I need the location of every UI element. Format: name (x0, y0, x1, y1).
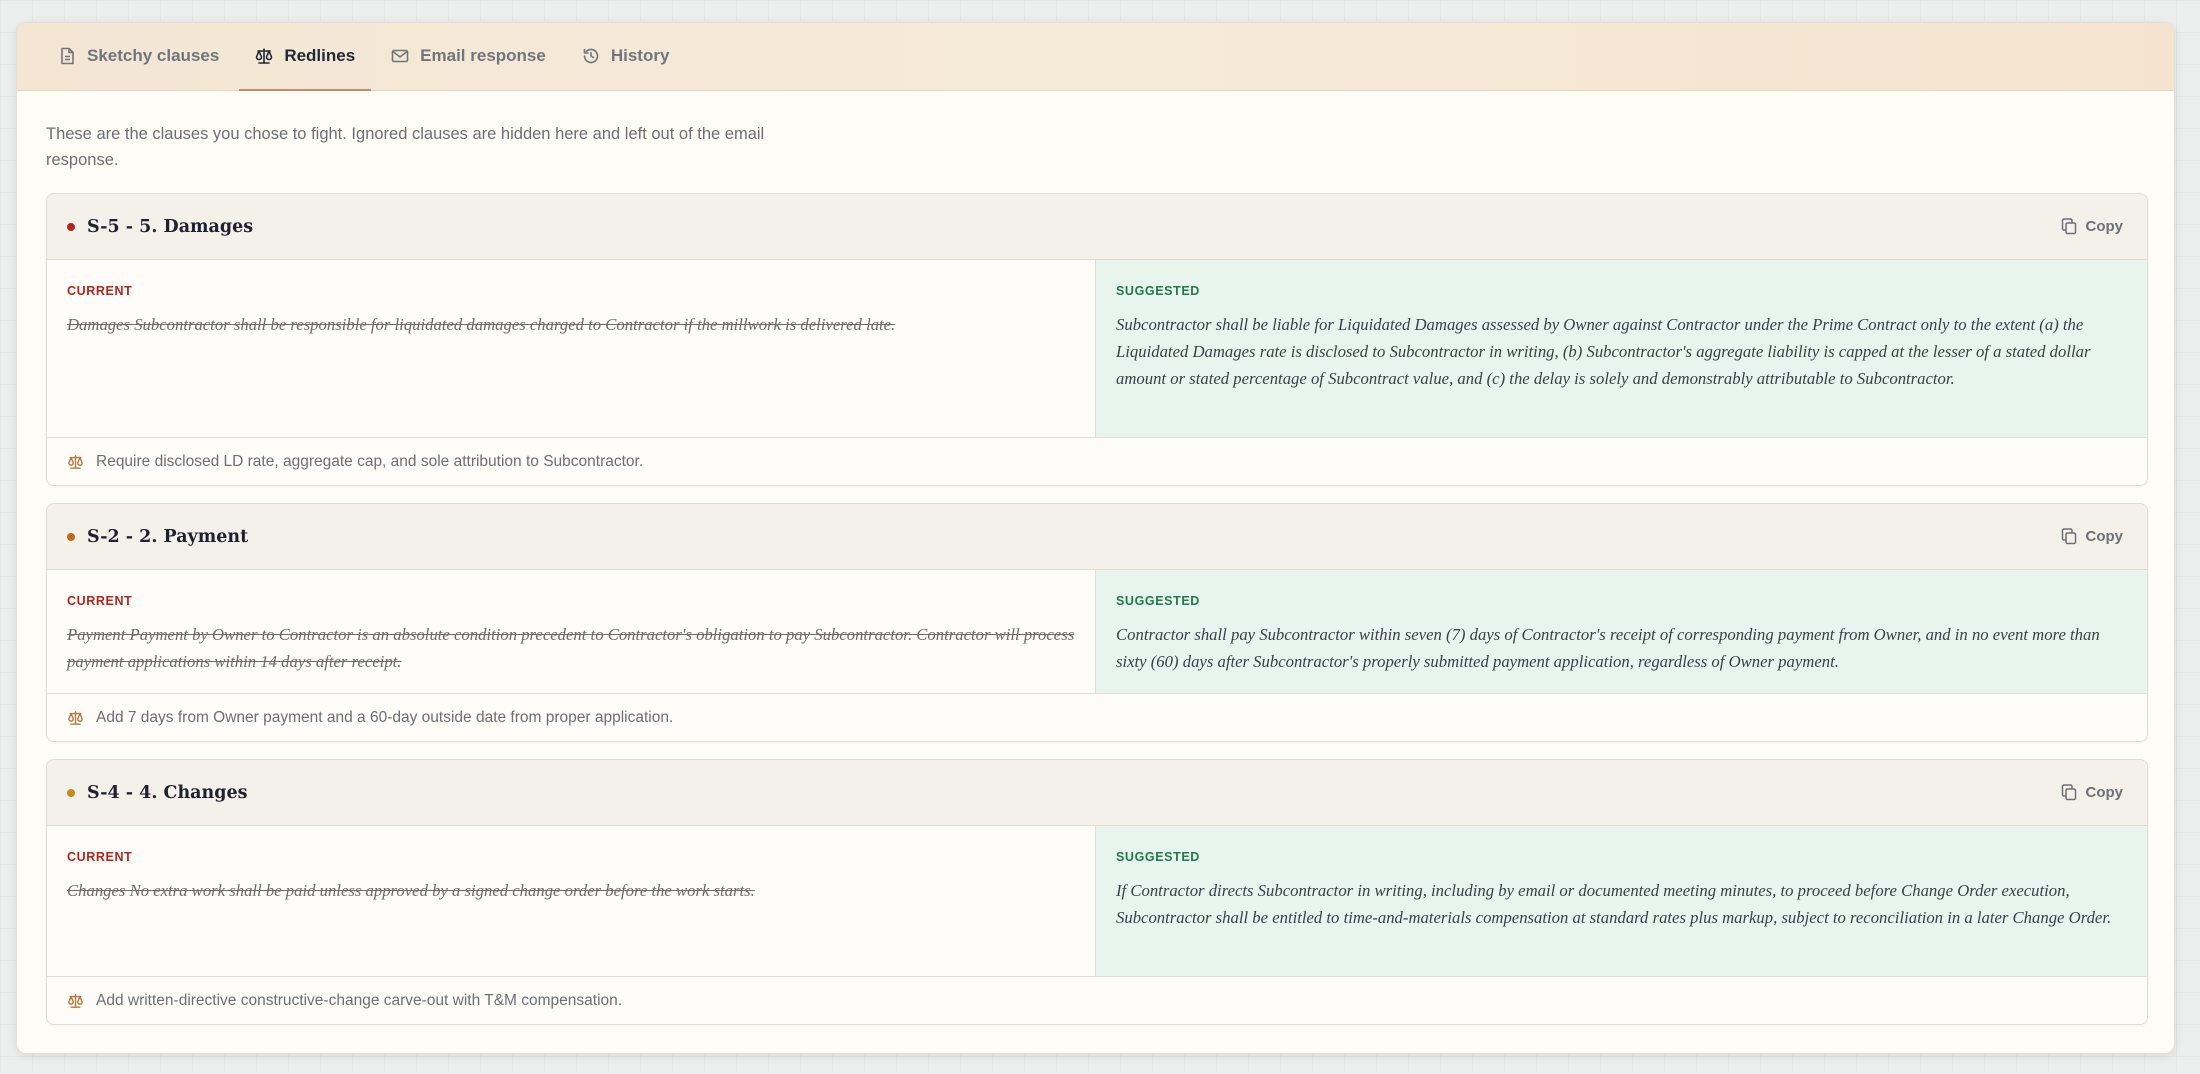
severity-dot (67, 222, 75, 231)
tab-history[interactable]: History (566, 23, 686, 90)
tab-bar: Sketchy clauses Redlines Email response … (17, 23, 2174, 91)
copy-label: Copy (2085, 528, 2124, 545)
note-text: Add 7 days from Owner payment and a 60-d… (96, 708, 674, 726)
copy-label: Copy (2085, 784, 2124, 801)
suggested-column: SUGGESTED Contractor shall pay Subcontra… (1096, 570, 2147, 693)
redline-columns: CURRENT Changes No extra work shall be p… (47, 826, 2147, 977)
note-text: Require disclosed LD rate, aggregate cap… (96, 452, 644, 470)
suggested-label: SUGGESTED (1116, 284, 1200, 298)
document-icon (61, 47, 74, 65)
current-text: Payment Payment by Owner to Contractor i… (67, 625, 1075, 671)
history-icon (583, 48, 599, 64)
card-header: S-4 - 4. Changes Copy (47, 760, 2147, 826)
copy-button[interactable]: Copy (2057, 778, 2128, 807)
mail-icon (391, 49, 409, 63)
copy-icon (2061, 218, 2076, 235)
clause-title: S-2 - 2. Payment (87, 526, 249, 547)
scale-icon (68, 710, 83, 725)
intro-text: These are the clauses you chose to fight… (46, 125, 765, 169)
copy-icon (2061, 528, 2076, 545)
clause-title: S-4 - 4. Changes (87, 782, 248, 803)
copy-button[interactable]: Copy (2057, 212, 2128, 241)
tab-sketchy-clauses[interactable]: Sketchy clauses (43, 23, 235, 90)
current-column: CURRENT Changes No extra work shall be p… (47, 826, 1096, 976)
current-text: Damages Subcontractor shall be responsib… (67, 315, 896, 334)
suggested-text: If Contractor directs Subcontractor in w… (1116, 881, 2112, 927)
copy-button[interactable]: Copy (2057, 522, 2128, 551)
scale-icon (256, 48, 273, 64)
suggested-label: SUGGESTED (1116, 850, 1200, 864)
scale-icon (68, 454, 83, 469)
suggested-text: Contractor shall pay Subcontractor withi… (1116, 625, 2100, 671)
current-label: CURRENT (67, 850, 133, 864)
tab-redlines[interactable]: Redlines (239, 23, 372, 91)
copy-label: Copy (2085, 218, 2124, 235)
clause-title: S-5 - 5. Damages (87, 216, 254, 237)
redline-columns: CURRENT Payment Payment by Owner to Cont… (47, 570, 2147, 694)
card-header: S-5 - 5. Damages Copy (47, 194, 2147, 260)
current-label: CURRENT (67, 594, 133, 608)
card-note: Require disclosed LD rate, aggregate cap… (47, 438, 2147, 485)
copy-icon (2061, 784, 2076, 801)
current-column: CURRENT Damages Subcontractor shall be r… (47, 260, 1096, 437)
redlines-panel: Sketchy clauses Redlines Email response … (16, 22, 2175, 1054)
tab-label: History (610, 46, 670, 65)
suggested-column: SUGGESTED Subcontractor shall be liable … (1096, 260, 2147, 437)
redline-columns: CURRENT Damages Subcontractor shall be r… (47, 260, 2147, 438)
suggested-column: SUGGESTED If Contractor directs Subcontr… (1096, 826, 2147, 976)
scale-icon (68, 993, 83, 1008)
current-column: CURRENT Payment Payment by Owner to Cont… (47, 570, 1096, 693)
suggested-text: Subcontractor shall be liable for Liquid… (1116, 315, 2091, 388)
current-text: Changes No extra work shall be paid unle… (67, 881, 755, 900)
tab-label: Sketchy clauses (87, 46, 220, 65)
redline-card: S-2 - 2. Payment Copy CURRENT Payment Pa… (46, 503, 2148, 742)
severity-dot (67, 788, 75, 797)
card-note: Add 7 days from Owner payment and a 60-d… (47, 694, 2147, 741)
tab-email-response[interactable]: Email response (375, 23, 562, 90)
redline-card: S-4 - 4. Changes Copy CURRENT Changes No… (46, 759, 2148, 1025)
tab-label: Redlines (284, 46, 356, 65)
card-note: Add written-directive constructive-chang… (47, 977, 2147, 1024)
tab-label: Email response (420, 46, 546, 65)
current-label: CURRENT (67, 284, 133, 298)
suggested-label: SUGGESTED (1116, 594, 1200, 608)
redline-card: S-5 - 5. Damages Copy CURRENT Damages Su… (46, 193, 2148, 486)
card-header: S-2 - 2. Payment Copy (47, 504, 2147, 570)
note-text: Add written-directive constructive-chang… (96, 991, 623, 1009)
severity-dot (67, 532, 75, 541)
